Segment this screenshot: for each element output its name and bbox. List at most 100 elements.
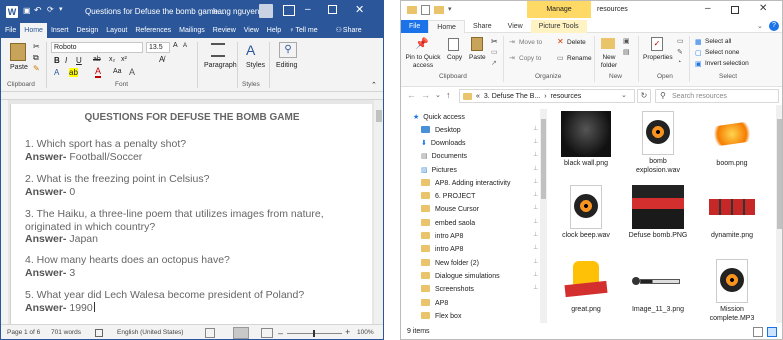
- font-size-dropdown[interactable]: 13.5: [146, 42, 170, 53]
- paragraph-button[interactable]: Paragraph: [204, 62, 237, 69]
- sidebar-item-folder[interactable]: AP8: [421, 298, 448, 310]
- italic-icon[interactable]: I: [65, 56, 67, 65]
- cut-icon[interactable]: ✂: [33, 42, 40, 51]
- invert-selection-button[interactable]: Invert selection: [705, 60, 749, 67]
- editing-button[interactable]: Editing: [276, 62, 297, 69]
- copy-to-button[interactable]: Copy to: [519, 55, 541, 62]
- page-count[interactable]: Page 1 of 6: [7, 329, 40, 336]
- strikethrough-icon[interactable]: ab: [93, 56, 101, 63]
- bold-icon[interactable]: B: [54, 56, 60, 65]
- document-page[interactable]: QUESTIONS FOR DEFUSE THE BOMB GAME 1. Wh…: [10, 104, 372, 324]
- paste-shortcut-icon[interactable]: ↗: [491, 59, 497, 67]
- grow-font-icon[interactable]: A: [173, 42, 178, 49]
- focus-icon[interactable]: [205, 328, 215, 338]
- properties-icon[interactable]: ✓: [651, 37, 663, 51]
- easy-access-icon[interactable]: ▤: [623, 48, 630, 56]
- customize-qat-icon[interactable]: ▾: [59, 5, 63, 13]
- font-name-dropdown[interactable]: Roboto: [51, 42, 143, 53]
- tab-insert[interactable]: Insert: [47, 23, 73, 38]
- file-item[interactable]: Mission complete.MP3: [701, 259, 763, 323]
- zoom-level[interactable]: 100%: [357, 329, 374, 336]
- sidebar-item-folder[interactable]: Screenshots: [421, 284, 474, 296]
- breadcrumb-item[interactable]: 3. Defuse The B...: [484, 93, 540, 100]
- select-all-icon[interactable]: ▦: [695, 38, 702, 46]
- print-layout-icon[interactable]: [233, 327, 249, 339]
- sidebar-item-folder[interactable]: intro AP8: [421, 244, 463, 256]
- search-icon[interactable]: ⚲: [279, 42, 297, 58]
- sidebar-item-desktop[interactable]: Desktop: [421, 125, 461, 137]
- file-scrollbar[interactable]: [776, 105, 782, 323]
- sidebar-item-folder[interactable]: AP8. Adding interactivity: [421, 178, 511, 190]
- sidebar-item-folder[interactable]: New folder (2): [421, 258, 479, 270]
- text-effects-icon[interactable]: A: [54, 68, 59, 77]
- superscript-icon[interactable]: x²: [121, 56, 127, 63]
- file-item[interactable]: clock beep.wav: [555, 185, 617, 241]
- underline-icon[interactable]: U: [76, 56, 82, 65]
- highlight-icon[interactable]: ab: [69, 68, 78, 77]
- maximize-icon[interactable]: [328, 5, 337, 14]
- collapse-ribbon-icon[interactable]: ⌃: [371, 81, 377, 89]
- sidebar-item-folder[interactable]: intro AP8: [421, 231, 463, 243]
- tab-view[interactable]: View: [240, 23, 263, 38]
- paste-icon[interactable]: [471, 37, 483, 51]
- styles-icon[interactable]: A: [246, 42, 255, 58]
- paste-button[interactable]: Paste: [10, 64, 28, 71]
- breadcrumb-overflow[interactable]: «: [476, 93, 480, 100]
- select-all-button[interactable]: Select all: [705, 38, 731, 45]
- clear-format-icon[interactable]: A̸: [159, 55, 164, 64]
- sidebar-item-folder[interactable]: Flex box: [421, 311, 461, 323]
- tab-mailings[interactable]: Mailings: [175, 23, 209, 38]
- copy-path-icon[interactable]: ▭: [491, 48, 498, 56]
- font-color-icon[interactable]: A: [95, 67, 102, 78]
- proofing-icon[interactable]: [95, 329, 103, 337]
- language[interactable]: English (United States): [117, 329, 183, 336]
- change-case-icon[interactable]: Aa: [113, 68, 122, 75]
- rename-icon[interactable]: ▭: [557, 54, 564, 62]
- copy-to-icon[interactable]: ⇥: [509, 54, 515, 62]
- avatar[interactable]: [259, 4, 273, 18]
- history-icon[interactable]: ◔: [677, 59, 681, 66]
- tab-layout[interactable]: Layout: [102, 23, 131, 38]
- delete-icon[interactable]: ✕: [557, 37, 564, 46]
- tab-share[interactable]: Share: [465, 20, 500, 33]
- up-icon[interactable]: ↑: [446, 90, 451, 100]
- sidebar-item-folder[interactable]: 6. PROJECT: [421, 191, 475, 203]
- file-item[interactable]: great.png: [555, 259, 617, 315]
- tab-view[interactable]: View: [500, 20, 531, 33]
- share-button[interactable]: Share: [343, 23, 366, 38]
- refresh-icon[interactable]: ↻: [637, 89, 651, 103]
- file-item[interactable]: Defuse bomb.PNG: [627, 185, 689, 241]
- tab-review[interactable]: Review: [209, 23, 240, 38]
- word-count[interactable]: 701 words: [51, 329, 81, 336]
- tab-home[interactable]: Home: [428, 19, 465, 33]
- select-none-button[interactable]: Select none: [705, 49, 739, 56]
- copy-button[interactable]: Copy: [447, 54, 462, 61]
- file-item[interactable]: bomb explosion.wav: [627, 111, 689, 175]
- vertical-scrollbar[interactable]: [374, 100, 383, 324]
- user-name[interactable]: hang nguyen: [213, 7, 259, 16]
- tab-design[interactable]: Design: [72, 23, 102, 38]
- file-item[interactable]: dynamite.png: [701, 185, 763, 241]
- new-folder-icon[interactable]: [601, 38, 615, 49]
- copy-icon[interactable]: ⧉: [33, 53, 39, 63]
- pin-icon[interactable]: 📌: [415, 37, 429, 50]
- copy-icon[interactable]: [448, 38, 459, 51]
- tab-file[interactable]: File: [1, 23, 20, 38]
- minimize-icon[interactable]: –: [305, 4, 311, 15]
- save-icon[interactable]: ▣: [23, 6, 31, 15]
- sidebar-item-folder[interactable]: Mouse Cursor: [421, 204, 479, 216]
- help-icon[interactable]: ?: [769, 21, 779, 31]
- properties-button[interactable]: Properties: [643, 54, 673, 61]
- shrink-font-icon[interactable]: A: [183, 43, 187, 49]
- new-item-icon[interactable]: ▣: [623, 37, 630, 45]
- file-item[interactable]: Image_11_3.png: [627, 259, 689, 315]
- file-item[interactable]: black wall.png: [555, 111, 617, 169]
- paste-icon[interactable]: [10, 43, 26, 61]
- cut-icon[interactable]: ✂: [491, 37, 498, 46]
- properties-qat-icon[interactable]: [421, 5, 430, 15]
- close-icon[interactable]: ✕: [355, 3, 364, 16]
- zoom-out-icon[interactable]: –: [278, 328, 283, 338]
- sidebar-item-documents[interactable]: ▤ Documents: [421, 151, 467, 163]
- rename-button[interactable]: Rename: [567, 55, 592, 62]
- search-input[interactable]: Search resources: [672, 93, 727, 100]
